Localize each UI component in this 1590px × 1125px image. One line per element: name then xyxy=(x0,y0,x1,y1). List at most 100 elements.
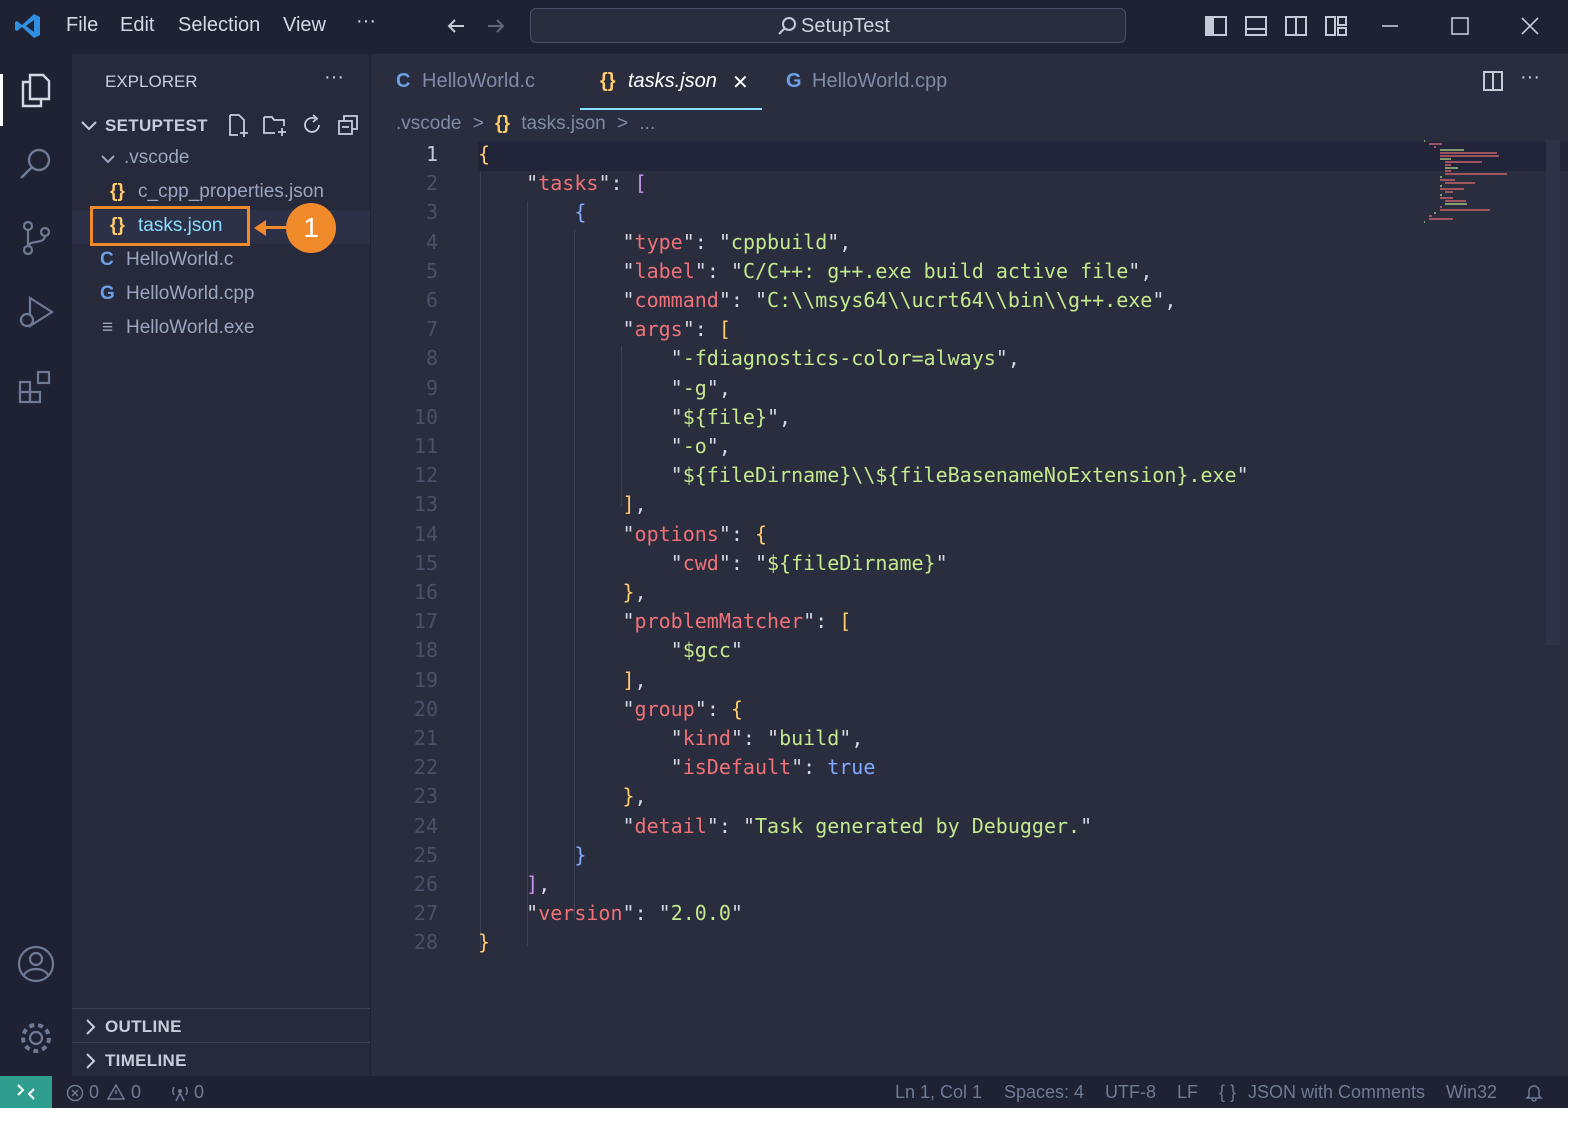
minimap[interactable] xyxy=(1424,140,1534,230)
file-label: HelloWorld.exe xyxy=(126,317,255,338)
json-file-icon: {} xyxy=(600,70,616,92)
command-center-search[interactable]: SetupTest xyxy=(530,8,1126,43)
code-line: { xyxy=(574,200,587,225)
code-line: "problemMatcher": [ xyxy=(622,609,852,634)
outline-section[interactable]: OUTLINE xyxy=(72,1012,370,1042)
code-line: "type": "cppbuild", xyxy=(622,229,852,254)
cursor-position[interactable]: Ln 1, Col 1 xyxy=(895,1082,982,1103)
close-window-icon[interactable] xyxy=(1518,14,1542,38)
minimap-line xyxy=(1439,158,1452,160)
callout-arrow xyxy=(254,220,266,236)
active-indicator xyxy=(0,74,3,126)
code-line: }, xyxy=(622,580,647,604)
file-label: c_cpp_properties.json xyxy=(138,181,324,202)
tab-helloworld-c[interactable]: C HelloWorld.c xyxy=(392,54,562,110)
editor-scrollbar[interactable] xyxy=(1546,140,1560,645)
timeline-section[interactable]: TIMELINE xyxy=(72,1046,370,1076)
code-line: "command": "C:\\msys64\\ucrt64\\bin\\g++… xyxy=(622,288,1177,312)
collapse-all-icon[interactable] xyxy=(336,113,360,137)
toggle-panel-icon[interactable] xyxy=(1244,14,1268,38)
callout-badge: 1 xyxy=(286,203,336,253)
breadcrumb-file[interactable]: tasks.json xyxy=(521,113,605,134)
warning-count[interactable]: 0 xyxy=(131,1082,141,1103)
line-number: 1 xyxy=(425,142,438,166)
refresh-icon[interactable] xyxy=(300,113,324,137)
back-arrow-icon[interactable] xyxy=(444,14,468,38)
folder-row[interactable]: .vscode xyxy=(72,142,370,176)
minimize-icon[interactable] xyxy=(1378,14,1402,38)
notifications-bell-icon[interactable] xyxy=(1524,1082,1544,1102)
line-number: 10 xyxy=(413,404,438,429)
code-line: "isDefault": true xyxy=(670,755,876,780)
code-line: "-o", xyxy=(670,434,731,458)
forward-arrow-icon[interactable] xyxy=(484,14,508,38)
menu-more[interactable]: ··· xyxy=(356,10,376,33)
minimap-line xyxy=(1434,146,1436,148)
extensions-icon[interactable] xyxy=(16,366,56,406)
maximize-icon[interactable] xyxy=(1448,14,1472,38)
code-line: "tasks": [ xyxy=(526,171,647,196)
language-icon: { } xyxy=(1219,1082,1237,1102)
minimap-line xyxy=(1439,185,1443,187)
code-line: "cwd": "${fileDirname}" xyxy=(670,550,948,575)
split-editor-icon[interactable] xyxy=(1482,70,1504,92)
line-number: 20 xyxy=(413,696,438,721)
c-file-icon: C xyxy=(396,70,411,92)
error-icon xyxy=(66,1084,84,1102)
code-editor[interactable]: 1{2 "tasks": [3 {4 "type": "cppbuild", 5 … xyxy=(372,140,1568,1070)
search-activity-icon[interactable] xyxy=(16,144,56,184)
menu-file[interactable]: File xyxy=(66,14,98,37)
toggle-secondary-sidebar-icon[interactable] xyxy=(1284,14,1308,38)
minimap-line xyxy=(1444,200,1466,202)
new-file-icon[interactable] xyxy=(226,113,250,137)
encoding[interactable]: UTF-8 xyxy=(1105,1082,1156,1103)
minimap-line xyxy=(1429,215,1432,217)
editor-more-button[interactable]: ··· xyxy=(1520,66,1540,89)
remote-button[interactable] xyxy=(0,1076,52,1108)
menu-view[interactable]: View xyxy=(283,14,326,37)
toggle-sidebar-icon[interactable] xyxy=(1204,14,1228,38)
breadcrumb: .vscode > {} tasks.json > ... xyxy=(396,113,655,135)
line-number: 15 xyxy=(413,550,438,575)
menu-selection[interactable]: Selection xyxy=(178,14,260,37)
new-folder-icon[interactable] xyxy=(262,113,288,137)
code-line: "${fileDirname}\\${fileBasenameNoExtensi… xyxy=(670,463,1249,488)
line-ending[interactable]: LF xyxy=(1177,1082,1198,1103)
line-number: 3 xyxy=(425,200,438,225)
code-line: } xyxy=(574,842,587,867)
line-number: 18 xyxy=(413,638,438,663)
timeline-label: TIMELINE xyxy=(105,1051,187,1070)
project-name: SETUPTEST xyxy=(105,116,208,135)
file-row[interactable]: ≡ HelloWorld.exe xyxy=(72,312,370,346)
close-tab-icon[interactable]: ✕ xyxy=(732,70,749,95)
ports-count[interactable]: 0 xyxy=(194,1082,204,1103)
project-header[interactable]: SETUPTEST xyxy=(72,108,370,142)
code-line: "label": "C/C++: g++.exe build active fi… xyxy=(622,258,1153,283)
menu-edit[interactable]: Edit xyxy=(120,14,154,37)
language-mode[interactable]: JSON with Comments xyxy=(1248,1082,1425,1103)
platform[interactable]: Win32 xyxy=(1446,1082,1497,1103)
error-count[interactable]: 0 xyxy=(89,1082,99,1103)
explorer-more-button[interactable]: ··· xyxy=(324,66,344,89)
source-control-icon[interactable] xyxy=(16,218,56,258)
search-label: SetupTest xyxy=(801,15,890,37)
code-line: "args": [ xyxy=(622,317,731,342)
breadcrumb-symbol[interactable]: ... xyxy=(639,113,655,134)
customize-layout-icon[interactable] xyxy=(1324,14,1348,38)
tab-tasks-json[interactable]: {} tasks.json ✕ xyxy=(580,54,762,110)
run-debug-icon[interactable] xyxy=(16,292,56,332)
accounts-icon[interactable] xyxy=(16,944,56,984)
explorer-icon[interactable] xyxy=(16,70,56,110)
file-row[interactable]: {} c_cpp_properties.json xyxy=(72,176,370,210)
minimap-line xyxy=(1444,161,1483,163)
code-line: "kind": "build", xyxy=(670,726,864,750)
chevron-right-icon xyxy=(86,1019,96,1035)
indentation[interactable]: Spaces: 4 xyxy=(1004,1082,1084,1103)
file-row[interactable]: G HelloWorld.cpp xyxy=(72,278,370,312)
breadcrumb-folder[interactable]: .vscode xyxy=(396,113,461,134)
tab-helloworld-cpp[interactable]: G HelloWorld.cpp xyxy=(782,54,972,110)
settings-gear-icon[interactable] xyxy=(16,1018,56,1058)
minimap-line xyxy=(1429,143,1443,145)
file-row[interactable]: C HelloWorld.c xyxy=(72,244,370,278)
code-line: }, xyxy=(622,784,647,809)
